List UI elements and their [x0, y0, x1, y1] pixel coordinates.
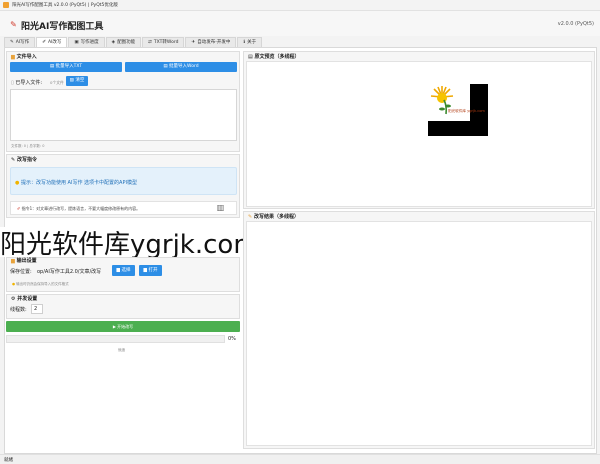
window-title: 阳光AI写作配图工具 v2.0.0 (PyQt5) | PyQt5优化版 — [12, 3, 118, 8]
folder-icon: ▆ — [11, 258, 15, 264]
hint-text: ● 提示：改写功能使用 AI写作 选项卡中配置的API模型 — [15, 180, 137, 186]
tab-auto-publish[interactable]: ✈ 自动发布-开发中 — [185, 37, 237, 47]
imported-files-label: ▯ 已导入文件: — [11, 80, 43, 86]
open-folder-button[interactable]: ▆ 打开 — [139, 265, 162, 276]
edit-icon: ✎ — [11, 157, 16, 163]
image-icon: ◈ — [111, 40, 116, 45]
tab-ai-writing[interactable]: ✎ AI写作 — [4, 37, 36, 47]
import-word-button[interactable]: ▤ 批量导入Word — [125, 62, 237, 72]
app-icon — [3, 2, 9, 8]
tab-txt-to-word[interactable]: ⇄ TXT转Word — [142, 37, 185, 47]
edit-icon: ✐ — [42, 40, 46, 45]
tab-about[interactable]: ℹ 关于 — [237, 37, 263, 47]
imported-count: 0个文件 — [50, 80, 64, 85]
sun-logo-icon — [430, 86, 454, 115]
gear-icon: ⚙ — [11, 296, 16, 302]
result-textarea[interactable] — [246, 221, 592, 446]
logo-text: 阳光软件库 ygrjk.com — [448, 109, 485, 113]
status-bar: 就绪 — [0, 454, 600, 464]
tab-ai-rewrite[interactable]: ✐ AI改写 — [36, 37, 68, 47]
chart-icon: ▣ — [74, 40, 79, 45]
pencil-icon: ✎ — [10, 40, 14, 45]
watermark-text: 阳光软件库ygrjk.com — [0, 230, 259, 260]
output-title: ▆ 输出设置 — [11, 258, 37, 264]
rewrite-title: ✎ 改写指令 — [11, 157, 37, 163]
save-path-label: 保存位置: — [10, 269, 32, 275]
command-label: ✐ 指令1：对文章进行改写，提炼语言，不要大幅度修改原有的内容。 — [17, 206, 141, 211]
delete-icon[interactable]: ▥ — [216, 203, 225, 212]
document-icon: ▤ — [248, 54, 253, 60]
info-icon: ℹ — [243, 40, 246, 45]
tab-writing-progress[interactable]: ▣ 写作进度 — [68, 37, 105, 47]
progress-bar — [6, 335, 225, 343]
convert-icon: ⇄ — [148, 40, 152, 45]
start-rewrite-button[interactable]: ▶ 开始改写 — [6, 321, 240, 332]
status-text: 就绪 — [4, 458, 13, 463]
preview-textarea[interactable] — [246, 61, 592, 207]
progress-percent: 0% — [228, 336, 236, 342]
import-txt-button[interactable]: ▤ 批量导入TXT — [10, 62, 122, 72]
output-note: ● 输出时仍然会保持导入的文件格式 — [12, 282, 69, 286]
window-titlebar: 阳光AI写作配图工具 v2.0.0 (PyQt5) | PyQt5优化版 — [0, 0, 600, 11]
clear-button[interactable]: ▨ 清空 — [66, 76, 88, 86]
tab-bar: ✎ AI写作 ✐ AI改写 ▣ 写作进度 ◈ 配图功能 ⇄ TXT转Word ✈ 自动发布-… — [4, 37, 263, 47]
progress-status: 就绪 — [118, 348, 125, 352]
version-label: v2.0.0 (PyQt5) — [557, 21, 594, 27]
threads-label: 线程数: — [10, 307, 27, 313]
pencil-icon: ✎ — [248, 214, 253, 220]
folder-icon: ▆ — [11, 54, 15, 60]
browse-button[interactable]: ▆ 选择 — [112, 265, 135, 276]
tab-image[interactable]: ◈ 配图功能 — [105, 37, 142, 47]
concurrency-title: ⚙ 并发设置 — [11, 296, 38, 302]
save-path-value[interactable]: op/AI写作工具2.0/文章/改写 — [37, 268, 101, 275]
page-title: 阳光AI写作配图工具 — [21, 22, 104, 32]
file-import-title: ▆ 文件导入 — [11, 54, 37, 60]
file-list-area[interactable] — [10, 89, 237, 141]
threads-spinbox[interactable]: 2 — [31, 304, 43, 314]
preview-title: ▤ 原文预览（多线程） — [248, 54, 300, 60]
pen-icon: ✎ — [10, 20, 17, 29]
bulb-icon: ● — [15, 180, 20, 186]
file-stats: 文件数: 0 | 总字数: 0 — [11, 144, 45, 148]
send-icon: ✈ — [191, 40, 196, 45]
logo-image: 阳光软件库 ygrjk.com — [428, 84, 485, 121]
result-title: ✎ 改写结果（多线程） — [248, 214, 299, 220]
